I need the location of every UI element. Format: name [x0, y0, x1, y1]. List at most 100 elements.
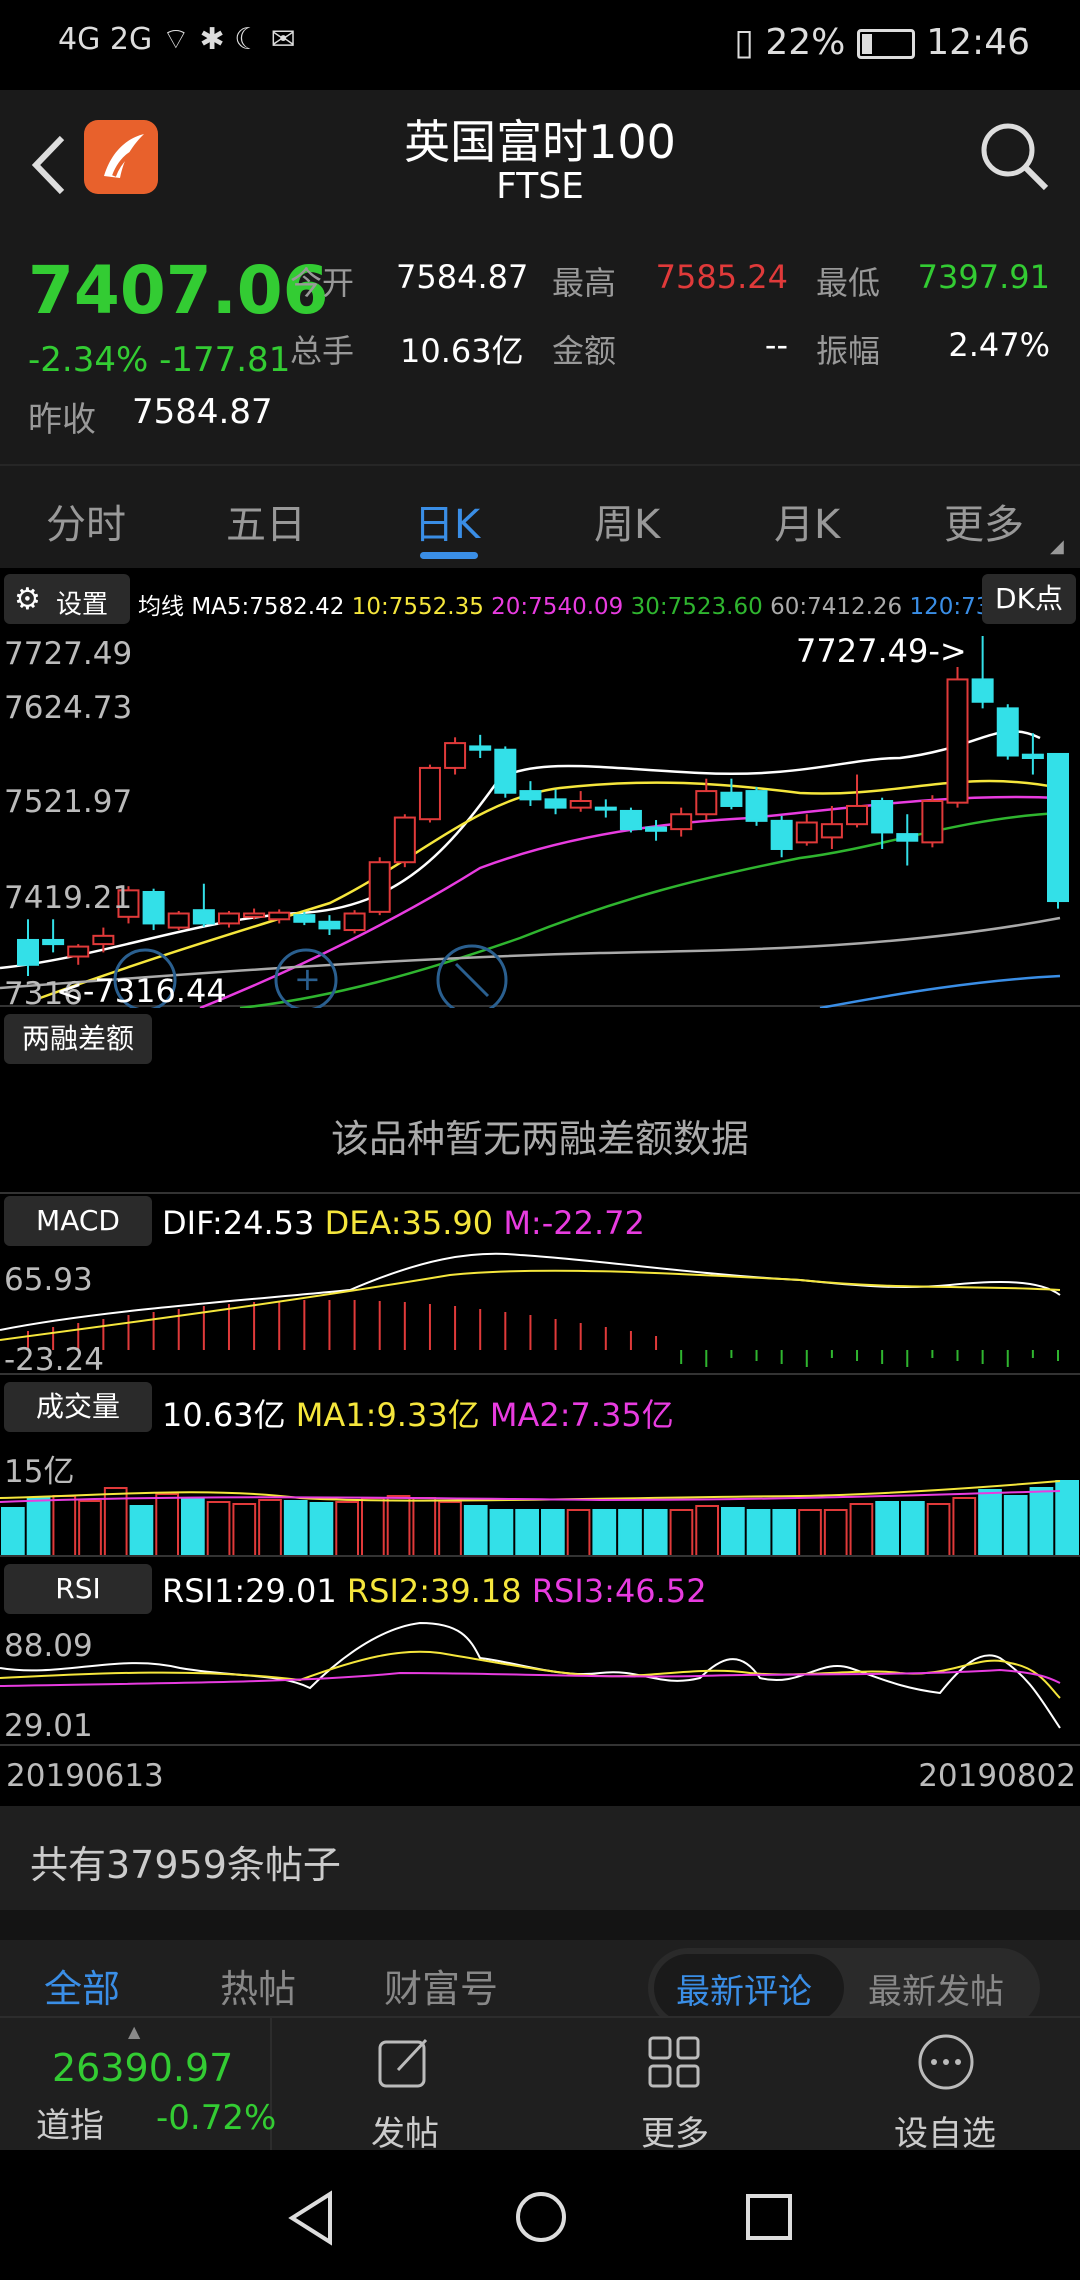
posts-tab-hot[interactable]: 热帖	[220, 1958, 296, 2013]
volume-bar	[746, 1509, 771, 1557]
nav-recents-icon[interactable]	[744, 2192, 794, 2242]
candle-body	[192, 909, 215, 925]
amplitude-value: 2.47%	[948, 326, 1050, 364]
volume-bar	[978, 1489, 1002, 1557]
rsi3-value: RSI3:46.52	[531, 1572, 707, 1610]
candle-body	[921, 800, 944, 844]
signal-text: 4G 2G	[58, 22, 153, 57]
rsi2-value: RSI2:39.18	[346, 1572, 522, 1610]
candle-body	[494, 748, 517, 794]
candle-body	[368, 861, 391, 913]
volume-bar	[1055, 1480, 1080, 1557]
candle-body	[846, 804, 869, 826]
nav-back-icon[interactable]	[286, 2190, 336, 2246]
candle-body	[393, 816, 416, 864]
ma-prefix: 均线	[138, 594, 184, 620]
sort-latest-comment[interactable]: 最新评论	[676, 1964, 812, 2013]
macd-m: M:-22.72	[503, 1204, 645, 1242]
volume-bar	[155, 1493, 180, 1557]
tab-more[interactable]: 更多	[944, 492, 1024, 550]
posts-tab-all[interactable]: 全部	[44, 1958, 120, 2013]
divider	[0, 1744, 1080, 1746]
volume-panel-label[interactable]: 成交量	[4, 1382, 152, 1432]
posts-tab-fortune[interactable]: 财富号	[384, 1958, 498, 2013]
candle-body	[594, 806, 617, 811]
tab-intraday[interactable]: 分时	[46, 492, 126, 550]
high-label: 最高	[552, 264, 617, 302]
candle-body	[217, 912, 240, 925]
tab-daily-k[interactable]: 日K	[414, 492, 480, 550]
rsi-y-bottom: 29.01	[4, 1708, 93, 1744]
tab-weekly-k[interactable]: 周K	[594, 492, 660, 550]
status-right: ▯ 22% 12:46	[734, 22, 1030, 63]
sort-latest-post[interactable]: 最新发帖	[868, 1964, 1004, 2013]
macd-label[interactable]: MACD	[4, 1196, 152, 1246]
date-end: 20190802	[918, 1758, 1076, 1794]
search-icon[interactable]	[976, 118, 1052, 194]
rsi-label[interactable]: RSI	[4, 1564, 152, 1614]
ma10-value: 10:7552.35	[351, 594, 484, 620]
posts-count-bar[interactable]: 共有37959条帖子	[0, 1806, 1080, 1910]
index-ticker[interactable]: ▲ 26390.97 道指 -0.72%	[0, 2018, 276, 2152]
volume-bar	[52, 1495, 77, 1557]
current-price: 7407.06	[28, 252, 329, 329]
kline-y-label: 7521.97	[4, 784, 133, 820]
ma60-value: 60:7412.26	[770, 594, 903, 620]
candle-body	[268, 911, 291, 921]
edit-icon	[378, 2038, 428, 2088]
macd-values: DIF:24.53 DEA:35.90 M:-22.72	[162, 1204, 645, 1242]
margin-label[interactable]: 两融差额	[4, 1014, 152, 1064]
gear-icon: ⚙	[14, 582, 41, 617]
volume-y-top: 15亿	[4, 1454, 75, 1490]
more-button[interactable]: 更多	[540, 2018, 810, 2154]
more-caret-icon: ◢	[1050, 536, 1064, 557]
post-button[interactable]: 发帖	[270, 2018, 540, 2154]
candle-body	[1047, 752, 1069, 903]
index-name: 道指	[36, 2106, 104, 2146]
open-label: 今开	[290, 264, 355, 302]
tab-monthly-k[interactable]: 月K	[774, 492, 840, 550]
nav-home-icon[interactable]	[514, 2190, 568, 2244]
candle-body	[946, 678, 969, 804]
svg-text:+: +	[294, 960, 321, 998]
dk-point-button[interactable]: DK点	[982, 574, 1076, 624]
candle-body	[1021, 753, 1044, 759]
volume-bar	[386, 1495, 411, 1557]
prev-close-label: 昨收	[28, 400, 96, 440]
candle-body	[92, 934, 115, 946]
candle-body	[569, 800, 592, 809]
max-price-annotation: 7727.49->	[796, 632, 967, 670]
volume-bar	[335, 1501, 359, 1557]
low-label: 最低	[816, 264, 881, 302]
candle-body	[343, 912, 366, 932]
ma120-line	[819, 974, 1061, 1008]
macd-dea: DEA:35.90	[324, 1204, 494, 1242]
volume-bar	[463, 1505, 488, 1557]
volume-bar	[901, 1501, 925, 1557]
tab-five-day[interactable]: 五日	[226, 492, 306, 550]
kline-chart[interactable]: +	[0, 628, 1080, 1008]
clock: 12:46	[926, 22, 1030, 63]
volume-bar	[489, 1509, 514, 1557]
candle-body	[820, 823, 843, 839]
add-watchlist-button[interactable]: 设自选	[810, 2018, 1080, 2154]
volume-label: 总手	[290, 332, 355, 370]
system-nav-bar	[0, 2150, 1080, 2280]
candle-body	[519, 790, 542, 801]
ma5-value: MA5:7582.42	[191, 594, 345, 620]
candle-body	[418, 766, 441, 821]
amplitude-label: 振幅	[816, 332, 881, 370]
page-title: 英国富时100	[404, 115, 676, 169]
price-change: -2.34% -177.81	[28, 340, 291, 380]
candle-body	[770, 819, 793, 850]
volume-bar	[849, 1503, 874, 1557]
candle-body	[318, 920, 341, 930]
index-change: -0.72%	[156, 2098, 277, 2138]
ma-lines	[0, 730, 1061, 1008]
volume-values: 10.63亿 MA1:9.33亿 MA2:7.35亿	[162, 1390, 674, 1436]
macd-bars	[27, 1300, 1059, 1367]
chart-settings-button[interactable]: ⚙ 设置	[4, 574, 130, 624]
candle-body	[167, 912, 190, 929]
candle-body	[17, 938, 39, 966]
candle-body	[42, 938, 65, 946]
